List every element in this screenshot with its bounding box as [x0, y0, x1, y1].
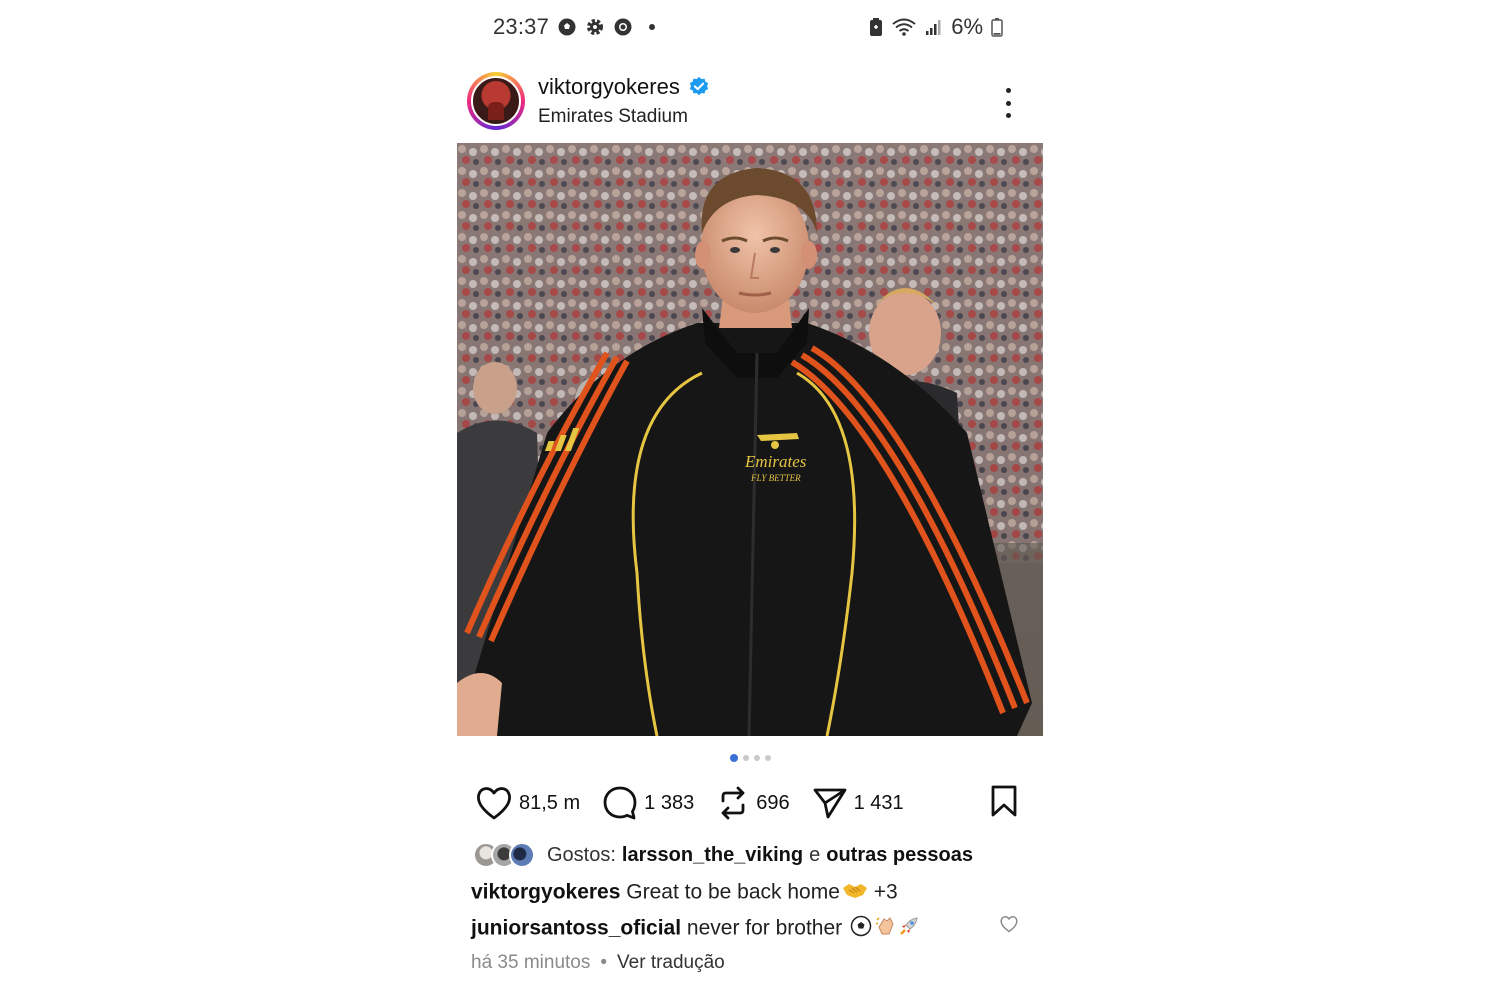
action-bar: 81,5 m 1 383 696 1 431 — [475, 783, 1019, 823]
avatar[interactable] — [467, 72, 525, 130]
shares-count[interactable]: 1 431 — [854, 792, 904, 815]
post-caption[interactable]: viktorgyokeres Great to be back home +3 — [471, 880, 1003, 906]
status-time: 23:37 — [493, 14, 550, 39]
verified-badge-icon — [689, 76, 709, 96]
signal-icon — [925, 18, 943, 36]
liked-by-prefix: Gostos: — [547, 843, 616, 866]
carousel-dot-active — [729, 754, 738, 762]
status-right: 6% — [869, 14, 1003, 40]
comments-count[interactable]: 1 383 — [644, 792, 694, 815]
carousel-indicator — [457, 754, 1043, 762]
dot-icon — [649, 24, 656, 30]
caption-text: Great to be back home — [626, 880, 840, 904]
liked-by-connector: e — [809, 843, 821, 866]
likes-count[interactable]: 81,5 m — [519, 792, 580, 815]
post-username[interactable]: viktorgyokeres — [538, 74, 710, 100]
reposts-count[interactable]: 696 — [756, 792, 789, 815]
liked-by-row[interactable]: Gostos: larsson_the_viking e outras pess… — [473, 842, 1023, 868]
liker-avatar — [509, 842, 535, 868]
heart-icon — [477, 787, 511, 820]
top-comment[interactable]: juniorsantoss_oficial never for brother — [471, 915, 1003, 943]
battery-percent: 6% — [951, 14, 983, 39]
wifi-icon — [891, 17, 917, 37]
comment-like-heart-icon[interactable] — [999, 915, 1019, 938]
repost-icon — [721, 786, 745, 820]
meta-separator: • — [600, 952, 608, 973]
save-button[interactable] — [989, 784, 1019, 823]
bookmark-icon — [991, 785, 1017, 816]
football-icon — [557, 17, 577, 37]
status-bar: 23:37 6% — [493, 10, 1003, 44]
caption-username[interactable]: viktorgyokeres — [471, 881, 620, 904]
liker-avatars — [473, 842, 535, 868]
send-icon — [813, 788, 846, 819]
comment-button[interactable]: 1 383 — [602, 785, 694, 821]
phone-screen: 23:37 6% viktorgyokeres Emirates Stadium… — [457, 0, 1043, 1000]
gear-icon — [585, 17, 605, 37]
post-header: viktorgyokeres Emirates Stadium — [467, 70, 1033, 134]
jacket-sponsor-text: Emirates — [744, 452, 807, 471]
more-options-icon[interactable] — [1003, 88, 1013, 118]
comment-username[interactable]: juniorsantoss_oficial — [471, 917, 681, 940]
status-left: 23:37 — [493, 14, 656, 40]
liked-by-others[interactable]: outras pessoas — [826, 844, 973, 867]
avatar-image — [471, 76, 521, 126]
comment-text: never for brother — [686, 916, 843, 940]
comment-icon — [603, 786, 637, 820]
translate-link[interactable]: Ver tradução — [617, 952, 725, 974]
post-location[interactable]: Emirates Stadium — [538, 106, 688, 128]
caption-extra[interactable]: +3 — [874, 881, 898, 904]
jacket-sponsor-subtext: FLY BETTER — [750, 473, 801, 483]
post-meta: há 35 minutos • Ver tradução — [471, 952, 725, 974]
clapping-hands-emoji-icon — [874, 915, 896, 943]
battery-saver-icon — [869, 17, 883, 37]
post-photo[interactable]: Emirates FLY BETTER — [457, 143, 1043, 736]
like-button[interactable]: 81,5 m — [475, 785, 580, 821]
soccer-ball-emoji-icon — [850, 915, 872, 943]
carousel-dot — [742, 755, 749, 761]
carousel-dot — [753, 755, 760, 761]
rocket-emoji-icon — [898, 915, 920, 943]
repost-button[interactable]: 696 — [716, 785, 790, 821]
carousel-dot — [764, 755, 771, 761]
liked-by-user[interactable]: larsson_the_viking — [622, 844, 803, 867]
handshake-emoji-icon — [842, 880, 868, 906]
battery-icon — [991, 17, 1003, 37]
chrome-icon — [613, 17, 633, 37]
username-text[interactable]: viktorgyokeres — [538, 74, 680, 100]
share-button[interactable]: 1 431 — [812, 786, 904, 820]
post-time-ago: há 35 minutos — [471, 952, 591, 973]
